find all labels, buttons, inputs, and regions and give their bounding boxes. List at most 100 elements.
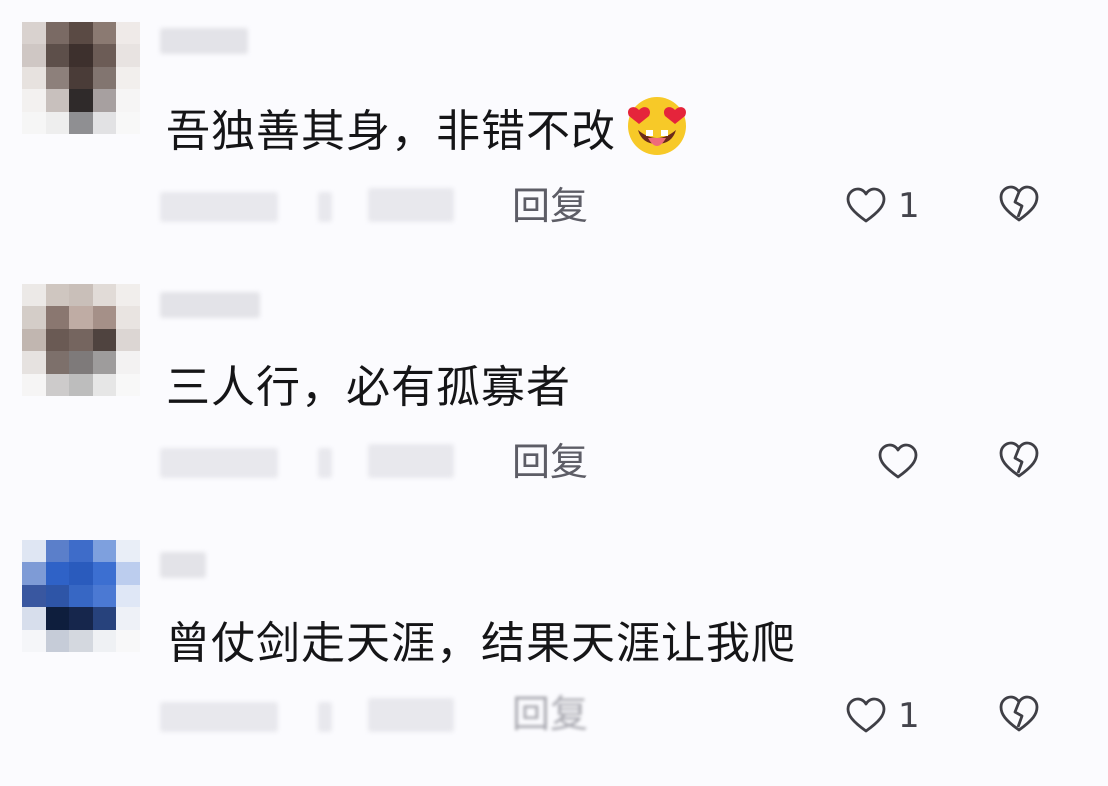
username-blurred[interactable]: [160, 292, 260, 318]
avatar-pixel: [45, 373, 70, 396]
comment-text: 吾独善其身，非错不改: [166, 92, 692, 160]
avatar-pixel: [22, 373, 46, 396]
avatar-pixel: [69, 306, 93, 329]
avatar-pixel: [45, 66, 70, 90]
avatar-pixel: [45, 306, 70, 329]
avatar-pixel: [92, 66, 117, 90]
heart-icon: [846, 187, 886, 225]
avatar-pixel: [45, 22, 70, 45]
avatar-pixel: [92, 89, 117, 112]
avatar-pixel: [116, 540, 140, 563]
dislike-button[interactable]: [998, 694, 1040, 738]
avatar-pixel: [116, 562, 140, 585]
avatar-pixel: [45, 89, 70, 112]
location-blurred: [318, 192, 332, 222]
comment-item: 吾独善其身，非错不改 回复 1: [0, 0, 1108, 258]
comment-item: 曾仗剑走天涯，结果天涯让我爬 回复 1: [0, 516, 1108, 774]
broken-heart-icon: [998, 440, 1040, 480]
avatar[interactable]: [22, 540, 140, 652]
avatar-pixel: [92, 351, 117, 374]
username-blurred[interactable]: [160, 552, 206, 578]
avatar-pixel: [92, 607, 117, 630]
broken-heart-icon: [998, 184, 1040, 224]
like-count: 1: [898, 696, 920, 736]
avatar-pixel: [69, 584, 93, 608]
avatar-pixel: [116, 89, 140, 112]
comment-text: 三人行，必有孤寡者: [166, 360, 571, 416]
like-button[interactable]: [878, 440, 930, 484]
avatar-pixel: [69, 66, 93, 90]
star-struck-tongue-emoji-icon: [622, 92, 692, 156]
avatar-pixel: [116, 351, 140, 374]
avatar-pixel: [92, 373, 117, 396]
avatar-pixel: [92, 328, 117, 352]
timestamp-blurred: [160, 702, 278, 732]
avatar[interactable]: [22, 284, 140, 396]
like-button[interactable]: 1: [846, 184, 920, 228]
reply-button[interactable]: 回复: [512, 440, 588, 484]
avatar-pixel: [22, 306, 46, 329]
location-blurred: [368, 188, 454, 222]
avatar-pixel: [69, 562, 93, 585]
avatar-pixel: [22, 562, 46, 585]
avatar-pixel: [116, 22, 140, 45]
like-button[interactable]: 1: [846, 694, 920, 738]
avatar-pixel: [45, 44, 70, 67]
location-blurred: [368, 444, 454, 478]
timestamp-blurred: [160, 192, 278, 222]
avatar-pixel: [92, 284, 117, 307]
avatar[interactable]: [22, 22, 140, 134]
avatar-pixel: [116, 44, 140, 67]
avatar-pixel: [45, 607, 70, 630]
avatar-pixel: [92, 629, 117, 652]
dislike-button[interactable]: [998, 184, 1040, 228]
avatar-pixel: [22, 89, 46, 112]
avatar-pixel: [22, 328, 46, 352]
avatar-pixel: [116, 373, 140, 396]
avatar-pixel: [22, 284, 46, 307]
location-blurred: [318, 448, 332, 478]
dislike-button[interactable]: [998, 440, 1040, 484]
avatar-pixel: [116, 328, 140, 352]
avatar-pixel: [45, 584, 70, 608]
avatar-pixel: [69, 373, 93, 396]
timestamp-blurred: [160, 448, 278, 478]
avatar-pixel: [69, 89, 93, 112]
avatar-pixel: [22, 540, 46, 563]
avatar-pixel: [22, 22, 46, 45]
avatar-pixel: [45, 540, 70, 563]
avatar-pixel: [69, 328, 93, 352]
location-blurred: [318, 702, 332, 732]
avatar-pixel: [69, 111, 93, 134]
avatar-pixel: [69, 351, 93, 374]
avatar-pixel: [116, 629, 140, 652]
avatar-pixel: [22, 629, 46, 652]
avatar-pixel: [22, 607, 46, 630]
avatar-pixel: [92, 584, 117, 608]
avatar-pixel: [92, 44, 117, 67]
heart-icon: [846, 697, 886, 735]
avatar-pixel: [92, 540, 117, 563]
avatar-pixel: [45, 284, 70, 307]
reply-button[interactable]: 回复: [512, 692, 588, 736]
avatar-pixel: [69, 22, 93, 45]
avatar-pixel: [92, 306, 117, 329]
avatar-pixel: [22, 44, 46, 67]
like-count: 1: [898, 186, 920, 226]
comment-text-content: 三人行，必有孤寡者: [166, 362, 571, 413]
location-blurred: [368, 698, 454, 732]
comment-text-content: 曾仗剑走天涯，结果天涯让我爬: [166, 618, 796, 669]
avatar-pixel: [69, 284, 93, 307]
comment-text-content: 吾独善其身，非错不改: [166, 106, 616, 157]
avatar-pixel: [22, 66, 46, 90]
username-blurred[interactable]: [160, 28, 248, 54]
reply-button[interactable]: 回复: [512, 184, 588, 228]
avatar-pixel: [116, 607, 140, 630]
heart-icon: [878, 443, 918, 481]
avatar-pixel: [116, 284, 140, 307]
avatar-pixel: [116, 66, 140, 90]
avatar-pixel: [92, 111, 117, 134]
broken-heart-icon: [998, 694, 1040, 734]
avatar-pixel: [45, 351, 70, 374]
avatar-pixel: [69, 607, 93, 630]
